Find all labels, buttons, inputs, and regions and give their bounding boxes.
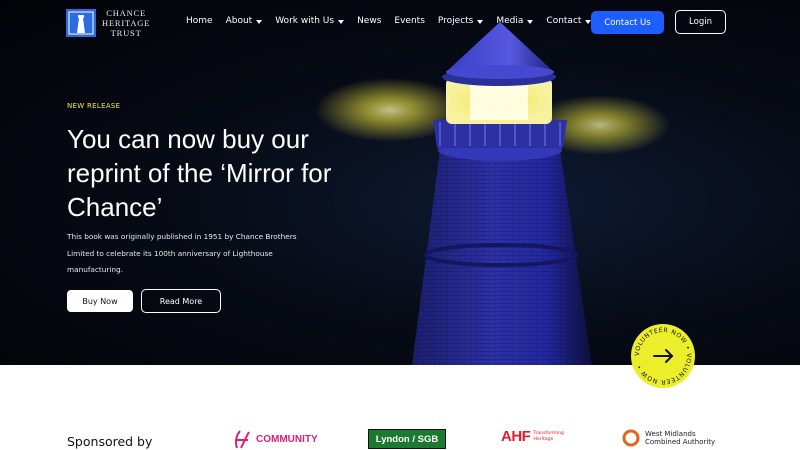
login-button[interactable]: Login <box>675 10 726 34</box>
crossed-fingers-icon <box>235 430 250 449</box>
logo-line-1: CHANCE <box>106 8 146 18</box>
hero-title: You can now buy our reprint of the ‘Mirr… <box>67 124 332 222</box>
community-label: COMMUNITY <box>256 433 318 445</box>
wm-line-2: Combined Authority <box>645 438 716 446</box>
nav-item-home[interactable]: Home <box>186 16 213 26</box>
nav-item-contact[interactable]: Contact <box>546 16 592 26</box>
logo-text: CHANCE HERITAGE TRUST <box>102 8 150 38</box>
logo-line-3: TRUST <box>110 28 142 38</box>
caret-down-icon <box>256 19 263 24</box>
ahf-label: AHF <box>501 428 531 445</box>
sponsor-ahf-logo[interactable]: AHF Transforming Heritage <box>501 428 573 445</box>
nav-label: News <box>357 16 382 26</box>
volunteer-now-badge[interactable]: VOLUNTEER NOW • VOLUNTEER NOW • <box>630 323 696 389</box>
sponsored-by-heading: Sponsored by <box>67 434 153 449</box>
nav-item-media[interactable]: Media <box>496 16 534 26</box>
hero-eyebrow: NEW RELEASE <box>67 102 121 110</box>
nav-item-about[interactable]: About <box>226 16 263 26</box>
nav-item-events[interactable]: Events <box>394 16 424 26</box>
contact-us-button[interactable]: Contact Us <box>591 11 664 34</box>
sponsor-west-midlands-logo[interactable]: West Midlands Combined Authority <box>621 428 715 448</box>
nav-label: Projects <box>437 16 474 26</box>
nav-label: Contact <box>546 16 582 26</box>
nav-label: Media <box>496 16 524 26</box>
logo-line-2: HERITAGE <box>102 18 151 28</box>
sponsor-community-logo[interactable]: COMMUNITY <box>232 428 318 450</box>
nav-item-news[interactable]: News <box>357 16 381 26</box>
nav-label: Events <box>394 16 425 26</box>
ahf-subtitle: Transforming Heritage <box>533 430 564 442</box>
wm-logo-icon <box>622 429 640 447</box>
nav-item-projects[interactable]: Projects <box>437 16 484 26</box>
main-nav: Home About Work with Us News Events Proj… <box>186 16 592 26</box>
nav-label: About <box>225 16 253 26</box>
caret-down-icon <box>477 19 484 24</box>
nav-label: Home <box>186 16 213 26</box>
hero-description: This book was originally published in 19… <box>67 232 297 274</box>
hero-section: CHANCE HERITAGE TRUST Home About Work wi… <box>0 0 800 365</box>
caret-down-icon <box>527 19 534 24</box>
lighthouse-logo-icon <box>66 9 96 37</box>
buy-now-button[interactable]: Buy Now <box>67 290 133 312</box>
site-logo[interactable]: CHANCE HERITAGE TRUST <box>66 8 150 38</box>
sponsor-lyndon-sgb-logo[interactable]: Lyndon / SGB <box>368 429 446 449</box>
wm-text: West Midlands Combined Authority <box>645 430 715 446</box>
nav-item-work-with-us[interactable]: Work with Us <box>275 16 345 26</box>
caret-down-icon <box>338 19 345 24</box>
nav-label: Work with Us <box>275 16 335 26</box>
wm-line-1: West Midlands <box>645 430 696 438</box>
read-more-button[interactable]: Read More <box>141 289 221 313</box>
